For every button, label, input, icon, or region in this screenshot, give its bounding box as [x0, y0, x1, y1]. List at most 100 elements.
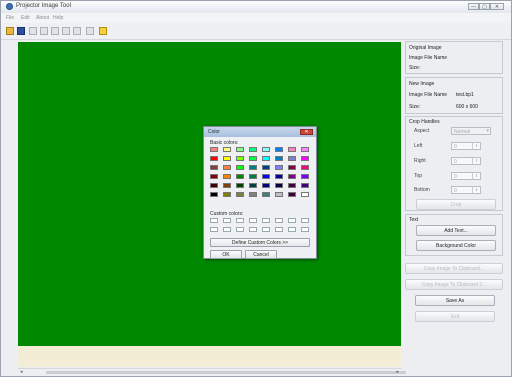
image-icon[interactable] — [29, 27, 37, 35]
color-swatch[interactable] — [249, 156, 257, 161]
right-stepper[interactable]: 0 ⇕ — [451, 157, 481, 165]
dialog-close-button[interactable]: ✕ — [300, 129, 313, 135]
color-swatch[interactable] — [301, 192, 309, 197]
horizontal-scrollbar[interactable]: ◂ ▸ — [18, 368, 406, 376]
color-swatch[interactable] — [236, 183, 244, 188]
image-icon[interactable] — [86, 27, 94, 35]
color-swatch[interactable] — [301, 156, 309, 161]
color-swatch[interactable] — [288, 156, 296, 161]
aspect-select[interactable]: Normal ▾ — [451, 127, 491, 135]
define-custom-colors-button[interactable]: Define Custom Colors >> — [210, 238, 310, 247]
custom-color-swatch[interactable] — [288, 218, 296, 223]
color-swatch[interactable] — [262, 156, 270, 161]
image-icon[interactable] — [40, 27, 48, 35]
color-swatch[interactable] — [262, 165, 270, 170]
color-swatch[interactable] — [223, 183, 231, 188]
copy-image-button[interactable]: Copy Image To Clipboard... — [405, 263, 503, 274]
custom-color-swatch[interactable] — [223, 218, 231, 223]
color-swatch[interactable] — [210, 192, 218, 197]
color-swatch[interactable] — [223, 147, 231, 152]
color-swatch[interactable] — [249, 174, 257, 179]
open-folder-icon[interactable] — [6, 27, 14, 35]
custom-color-swatch[interactable] — [210, 227, 218, 232]
color-icon[interactable] — [73, 27, 81, 35]
color-swatch[interactable] — [210, 147, 218, 152]
save-as-button[interactable]: Save As — [415, 295, 495, 306]
save-icon[interactable] — [17, 27, 25, 35]
left-stepper[interactable]: 0 ⇕ — [451, 142, 481, 150]
color-swatch[interactable] — [288, 165, 296, 170]
exit-button[interactable]: Exit — [415, 311, 495, 322]
ok-button[interactable]: OK — [210, 250, 242, 259]
color-swatch[interactable] — [262, 147, 270, 152]
menu-help[interactable]: Help — [53, 15, 63, 21]
color-swatch[interactable] — [223, 192, 231, 197]
bottom-stepper[interactable]: 0 ⇕ — [451, 186, 481, 194]
cancel-button[interactable]: Cancel — [245, 250, 277, 259]
color-swatch[interactable] — [288, 192, 296, 197]
color-swatch[interactable] — [288, 174, 296, 179]
custom-color-swatch[interactable] — [236, 218, 244, 223]
custom-color-swatch[interactable] — [275, 227, 283, 232]
color-swatch[interactable] — [236, 174, 244, 179]
color-swatch[interactable] — [236, 192, 244, 197]
maximize-button[interactable]: ▢ — [479, 3, 490, 10]
color-swatch[interactable] — [301, 183, 309, 188]
crop-button[interactable]: Crop — [416, 199, 496, 210]
custom-color-swatch[interactable] — [301, 227, 309, 232]
color-swatch[interactable] — [236, 165, 244, 170]
custom-color-swatch[interactable] — [223, 227, 231, 232]
custom-color-swatch[interactable] — [301, 218, 309, 223]
custom-color-swatch[interactable] — [275, 218, 283, 223]
custom-color-swatch[interactable] — [249, 227, 257, 232]
color-swatch[interactable] — [301, 165, 309, 170]
background-color-button[interactable]: Background Color — [416, 240, 496, 251]
custom-color-swatch[interactable] — [210, 218, 218, 223]
color-swatch[interactable] — [275, 183, 283, 188]
crop-icon[interactable] — [51, 27, 59, 35]
color-swatch[interactable] — [223, 156, 231, 161]
color-swatch[interactable] — [210, 156, 218, 161]
color-swatch[interactable] — [301, 174, 309, 179]
color-swatch[interactable] — [210, 165, 218, 170]
menu-file[interactable]: File — [6, 15, 14, 21]
color-swatch[interactable] — [210, 183, 218, 188]
color-swatch[interactable] — [223, 174, 231, 179]
copy-image-2-button[interactable]: Copy Image To Clipboard 2... — [405, 279, 503, 290]
help-icon[interactable] — [99, 27, 107, 35]
top-stepper[interactable]: 0 ⇕ — [451, 172, 481, 180]
color-swatch[interactable] — [223, 165, 231, 170]
color-swatch[interactable] — [262, 174, 270, 179]
menu-about[interactable]: About — [36, 15, 49, 21]
custom-color-swatch[interactable] — [262, 227, 270, 232]
minimize-button[interactable]: — — [468, 3, 479, 10]
color-swatch[interactable] — [275, 192, 283, 197]
color-swatch[interactable] — [288, 183, 296, 188]
text-icon[interactable] — [62, 27, 70, 35]
color-swatch[interactable] — [275, 174, 283, 179]
color-swatch[interactable] — [249, 165, 257, 170]
scroll-left-icon[interactable]: ◂ — [20, 369, 23, 375]
color-swatch[interactable] — [236, 156, 244, 161]
custom-color-swatch[interactable] — [288, 227, 296, 232]
color-swatch[interactable] — [301, 147, 309, 152]
color-swatch[interactable] — [249, 183, 257, 188]
add-text-button[interactable]: Add Text... — [416, 225, 496, 236]
custom-color-swatch[interactable] — [262, 218, 270, 223]
color-swatch[interactable] — [210, 174, 218, 179]
custom-color-swatch[interactable] — [249, 218, 257, 223]
color-swatch[interactable] — [249, 192, 257, 197]
color-swatch[interactable] — [275, 165, 283, 170]
color-swatch[interactable] — [275, 147, 283, 152]
color-swatch[interactable] — [262, 183, 270, 188]
color-swatch[interactable] — [288, 147, 296, 152]
color-swatch[interactable] — [262, 192, 270, 197]
scroll-right-icon[interactable]: ▸ — [396, 369, 399, 375]
color-swatch[interactable] — [249, 147, 257, 152]
scroll-thumb[interactable] — [46, 371, 406, 374]
color-swatch[interactable] — [236, 147, 244, 152]
menu-edit[interactable]: Edit — [21, 15, 30, 21]
color-swatch[interactable] — [275, 156, 283, 161]
close-button[interactable]: ✕ — [490, 3, 504, 10]
custom-color-swatch[interactable] — [236, 227, 244, 232]
